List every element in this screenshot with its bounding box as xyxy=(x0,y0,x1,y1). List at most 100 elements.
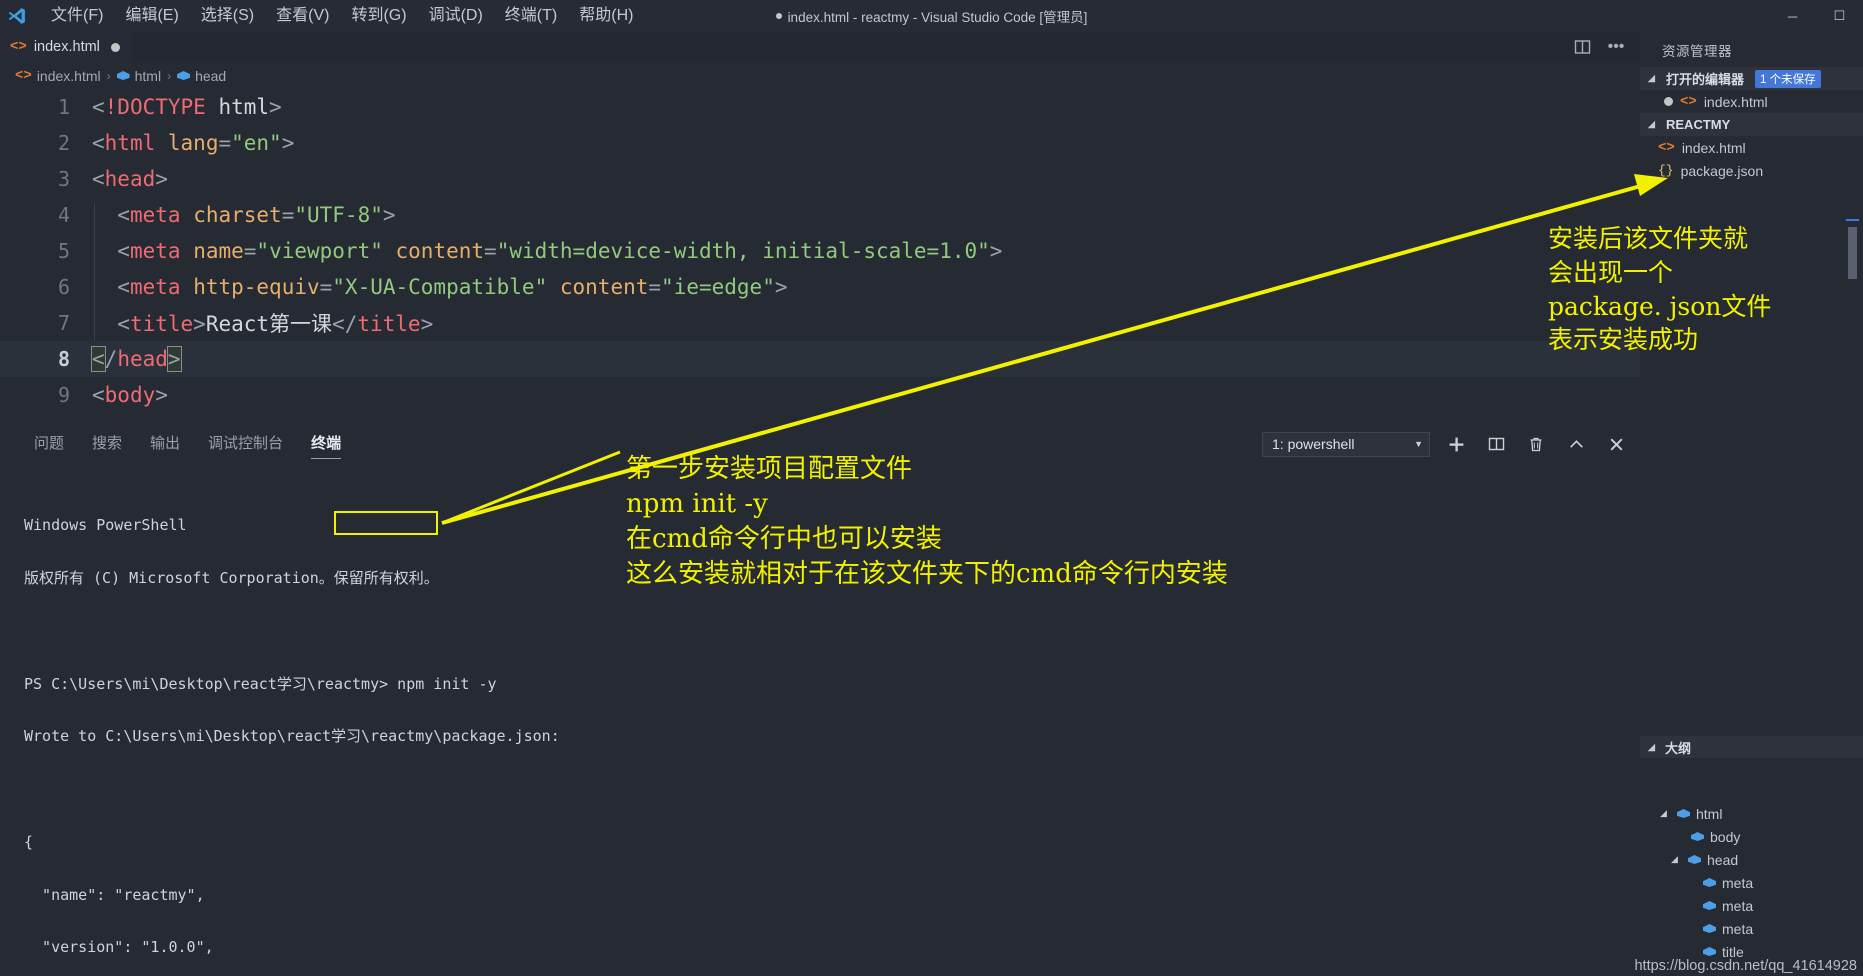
code-line: 7 <title>React第一课</title> xyxy=(0,305,1640,344)
line-number: 4 xyxy=(57,203,70,227)
code-text: <title>React第一课</title> xyxy=(92,308,1640,344)
code-line: 9 <body> xyxy=(0,377,1640,413)
menu-go[interactable]: 转到(G) xyxy=(340,0,417,32)
more-actions-icon[interactable]: ••• xyxy=(1602,35,1630,59)
tab-label: index.html xyxy=(33,39,100,55)
panel-tab-search[interactable]: 搜索 xyxy=(78,424,136,464)
unsaved-badge: 1 个未保存 xyxy=(1755,69,1821,88)
menu-edit[interactable]: 编辑(E) xyxy=(114,0,189,32)
code-line: 3 <head> xyxy=(0,161,1640,197)
menu-bar[interactable]: 文件(F) 编辑(E) 选择(S) 查看(V) 转到(G) 调试(D) 终端(T… xyxy=(40,0,644,32)
panel-actions: 1: powershell ▼ xyxy=(1262,424,1630,464)
breadcrumb-label: head xyxy=(195,67,227,84)
tab-index-html[interactable]: <> index.html xyxy=(0,32,132,62)
kill-terminal-icon[interactable] xyxy=(1522,430,1550,458)
line-number: 5 xyxy=(57,239,70,263)
menu-view[interactable]: 查看(V) xyxy=(265,0,340,32)
terminal-select[interactable]: 1: powershell ▼ xyxy=(1262,431,1430,457)
chevron-down-icon: ◢ xyxy=(1648,73,1655,83)
panel-tab-output[interactable]: 输出 xyxy=(136,424,194,464)
breadcrumb-item-file[interactable]: <> index.html xyxy=(15,68,101,84)
sidebar-scrollbar[interactable] xyxy=(1846,219,1859,279)
breadcrumb-item-head[interactable]: head xyxy=(177,68,226,84)
menu-terminal[interactable]: 终端(T) xyxy=(494,0,568,32)
line-number: 3 xyxy=(57,167,70,191)
outline-label: meta xyxy=(1722,920,1754,937)
html-file-icon: <> xyxy=(15,67,32,84)
code-line: 1 <!DOCTYPE html> xyxy=(0,89,1640,125)
explorer-sidebar: 资源管理器 ◢ 打开的编辑器 1 个未保存 <> index.html ◢ RE… xyxy=(1640,32,1863,976)
outline-item-meta[interactable]: meta xyxy=(1640,894,1863,917)
terminal-line: Windows PowerShell xyxy=(24,516,187,535)
terminal-line: { xyxy=(24,832,34,851)
split-editor-icon[interactable] xyxy=(1568,35,1596,59)
breadcrumb-separator: › xyxy=(167,68,172,83)
outline-label: meta xyxy=(1722,874,1754,891)
section-workspace-reactmy[interactable]: ◢ REACTMY xyxy=(1640,113,1863,136)
outline-label: body xyxy=(1710,828,1741,845)
vscode-window: 文件(F) 编辑(E) 选择(S) 查看(V) 转到(G) 调试(D) 终端(T… xyxy=(0,0,1863,976)
json-file-icon: {} xyxy=(1658,163,1674,178)
vscode-logo-icon xyxy=(0,0,34,32)
minimize-button[interactable]: ─ xyxy=(1769,0,1816,32)
chevron-down-icon: ▼ xyxy=(1414,439,1423,449)
maximize-button[interactable]: ☐ xyxy=(1816,0,1863,32)
html-file-icon: <> xyxy=(1680,93,1697,110)
panel-tab-debug-console[interactable]: 调试控制台 xyxy=(194,424,297,464)
code-text: <meta charset="UTF-8"> xyxy=(92,203,1640,239)
menu-debug[interactable]: 调试(D) xyxy=(418,0,494,32)
outline-item-body[interactable]: body xyxy=(1640,825,1863,848)
menu-help[interactable]: 帮助(H) xyxy=(568,0,644,32)
open-editor-item-index-html[interactable]: <> index.html xyxy=(1640,90,1863,113)
panel-tab-terminal[interactable]: 终端 xyxy=(297,424,355,464)
file-item-index-html[interactable]: <> index.html xyxy=(1640,136,1863,159)
section-open-editors[interactable]: ◢ 打开的编辑器 1 个未保存 xyxy=(1640,67,1863,90)
outline-item-html[interactable]: ◢ html xyxy=(1640,802,1863,825)
terminal-line: 版权所有 (C) Microsoft Corporation。保留所有权利。 xyxy=(24,568,439,587)
cube-icon xyxy=(1688,853,1701,866)
breadcrumb-label: html xyxy=(134,67,162,84)
line-number: 1 xyxy=(57,95,70,119)
window-controls[interactable]: ─ ☐ xyxy=(1769,0,1863,32)
code-text: </head> xyxy=(91,346,182,372)
terminal-line-command: PS C:\Users\mi\Desktop\react学习\reactmy> … xyxy=(24,674,497,693)
line-number: 6 xyxy=(57,275,70,299)
chevron-down-icon: ◢ xyxy=(1671,854,1678,864)
code-line: 5 <meta name="viewport" content="width=d… xyxy=(0,233,1640,275)
outline-item-meta[interactable]: meta xyxy=(1640,871,1863,894)
section-label: 大纲 xyxy=(1665,740,1692,756)
close-panel-icon[interactable] xyxy=(1602,430,1630,458)
file-label: index.html xyxy=(1681,139,1746,156)
cube-icon xyxy=(177,69,190,82)
menu-selection[interactable]: 选择(S) xyxy=(190,0,265,32)
chevron-down-icon: ◢ xyxy=(1648,741,1655,752)
outline-label: meta xyxy=(1722,897,1754,914)
section-outline[interactable]: ◢ 大纲 xyxy=(1640,736,1863,758)
file-item-package-json[interactable]: {} package.json xyxy=(1640,159,1863,182)
breadcrumb-item-html[interactable]: html xyxy=(117,68,161,84)
outline-item-head[interactable]: ◢ head xyxy=(1640,848,1863,871)
line-number: 2 xyxy=(57,131,70,155)
cube-icon xyxy=(1703,922,1716,935)
maximize-panel-icon[interactable] xyxy=(1562,430,1590,458)
code-line-active: 8 </head> xyxy=(0,341,1640,377)
breadcrumb[interactable]: <> index.html › html › head xyxy=(0,62,1640,89)
terminal-blank xyxy=(24,623,1640,641)
editor-tab-bar: <> index.html ••• xyxy=(0,32,1640,62)
breadcrumb-separator: › xyxy=(106,68,111,83)
panel-tab-problems[interactable]: 问题 xyxy=(20,424,78,464)
html-file-icon: <> xyxy=(10,39,27,55)
terminal-blank xyxy=(24,781,1640,799)
outline-item-meta[interactable]: meta xyxy=(1640,917,1863,940)
outline-list: ◢ html body ◢ head meta meta meta title xyxy=(1640,802,1863,963)
new-terminal-icon[interactable] xyxy=(1442,430,1470,458)
split-terminal-icon[interactable] xyxy=(1482,430,1510,458)
dirty-dot-icon xyxy=(1664,97,1673,106)
editor-tab-actions[interactable]: ••• xyxy=(1568,32,1640,62)
menu-file[interactable]: 文件(F) xyxy=(40,0,114,32)
code-text: <meta http-equiv="X-UA-Compatible" conte… xyxy=(92,275,1640,311)
code-editor[interactable]: 1 <!DOCTYPE html> 2 <html lang="en"> 3 <… xyxy=(0,89,1640,424)
terminal-output[interactable]: Windows PowerShell 版权所有 (C) Microsoft Co… xyxy=(0,464,1640,976)
breadcrumb-label: index.html xyxy=(36,67,101,84)
section-label: 打开的编辑器 xyxy=(1666,72,1745,87)
